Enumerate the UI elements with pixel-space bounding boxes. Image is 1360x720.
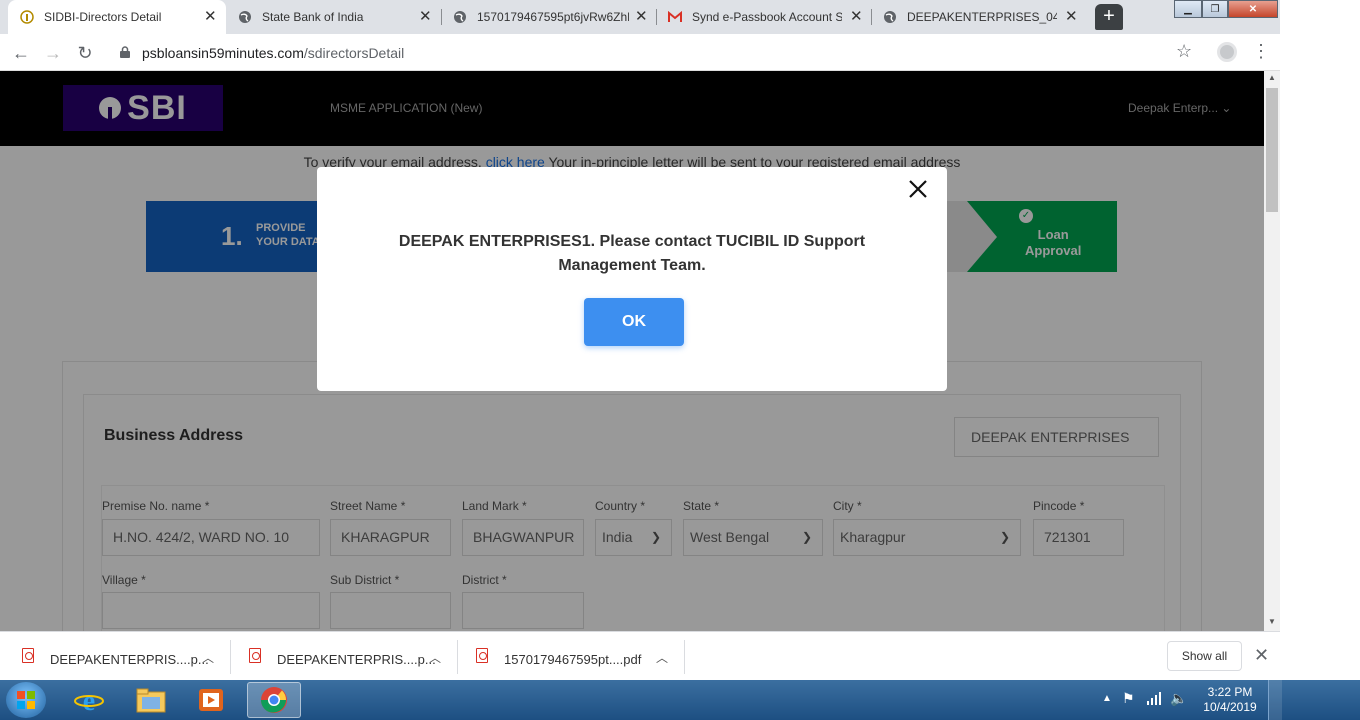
scroll-up-arrow-icon[interactable]: ▲ (1268, 73, 1276, 82)
media-player-icon[interactable] (184, 682, 238, 718)
browser-toolbar: ← → ↻ psbloansin59minutes.com/sdirectors… (0, 34, 1280, 71)
windows-logo-icon (27, 701, 35, 709)
tab-close-icon[interactable]: ✕ (850, 9, 863, 24)
gmail-icon (668, 10, 682, 24)
profile-avatar-icon[interactable] (1217, 42, 1237, 62)
page-scrollbar[interactable]: ▲ ▼ (1264, 71, 1280, 631)
tab-title: SIDBI-Directors Detail (44, 10, 162, 24)
maximize-button[interactable]: ❐ (1202, 0, 1228, 18)
scroll-down-arrow-icon[interactable]: ▼ (1268, 617, 1276, 626)
volume-icon[interactable]: 🔈 (1170, 690, 1187, 707)
dialog-message: DEEPAK ENTERPRISES1. Please contact TUCI… (398, 233, 866, 274)
download-filename: 1570179467595pt....pdf (504, 652, 642, 667)
download-item[interactable]: DEEPAKENTERPRIS....p... ︿ (22, 632, 230, 681)
url-path: /sdirectorsDetail (303, 45, 405, 61)
url-domain: psbloansin59minutes.com (142, 45, 304, 61)
tab-synd-e-passbook[interactable]: Synd e-Passbook Account St ✕ (656, 0, 871, 34)
tab-title: DEEPAKENTERPRISES_04109 (907, 10, 1057, 24)
chevron-up-icon[interactable]: ︿ (202, 649, 214, 666)
download-separator (230, 640, 231, 674)
globe-icon (238, 10, 252, 24)
desktop-blank-area (1280, 0, 1360, 680)
chevron-up-icon[interactable]: ︿ (656, 649, 668, 666)
download-bar: DEEPAKENTERPRIS....p... ︿ DEEPAKENTERPRI… (0, 631, 1280, 680)
alert-dialog: DEEPAK ENTERPRISES1. Please contact TUCI… (317, 167, 947, 391)
show-desktop-button[interactable] (1268, 680, 1282, 720)
chrome-icon (260, 687, 287, 713)
sbi-favicon-icon (20, 10, 34, 24)
tab-close-icon[interactable]: ✕ (204, 9, 217, 24)
browser-menu-icon[interactable]: ⋮ (1252, 41, 1270, 62)
forward-arrow-icon[interactable]: → (42, 42, 64, 64)
globe-icon (883, 10, 897, 24)
address-bar[interactable]: psbloansin59minutes.com/sdirectorsDetail (108, 38, 1208, 66)
windows-taskbar: e ▲ ⚑ 🔈 3:22 PM 10/4/2019 (0, 680, 1360, 720)
windows-logo-icon (27, 691, 35, 699)
tab-close-icon[interactable]: ✕ (1065, 9, 1078, 24)
browser-tab-strip: SIDBI-Directors Detail ✕ State Bank of I… (0, 0, 1280, 34)
network-signal-icon[interactable] (1146, 691, 1162, 710)
back-arrow-icon[interactable]: ← (10, 42, 32, 64)
show-hidden-icons-chevron-icon[interactable]: ▲ (1102, 693, 1112, 704)
reload-icon[interactable]: ↻ (74, 42, 96, 64)
tab-pdf-1570179467595[interactable]: 1570179467595pt6jvRw6ZhP ✕ (441, 0, 656, 34)
scrollbar-thumb[interactable] (1266, 88, 1278, 212)
clock-date: 10/4/2019 (1203, 700, 1257, 714)
svg-text:e: e (83, 686, 95, 715)
download-filename: DEEPAKENTERPRIS....p... (277, 652, 436, 667)
start-button[interactable] (6, 682, 46, 718)
minimize-button[interactable]: ▁ (1174, 0, 1202, 18)
pdf-file-icon (249, 648, 261, 663)
download-item[interactable]: DEEPAKENTERPRIS....p... ︿ (249, 632, 457, 681)
download-separator (684, 640, 685, 674)
download-separator (457, 640, 458, 674)
tab-close-icon[interactable]: ✕ (635, 9, 648, 24)
tab-title: 1570179467595pt6jvRw6ZhP (477, 10, 629, 24)
window-close-button[interactable]: ✕ (1228, 0, 1278, 18)
internet-explorer-icon[interactable]: e (62, 682, 116, 718)
tab-title: Synd e-Passbook Account St (692, 10, 842, 24)
windows-logo-icon (17, 691, 25, 699)
action-center-flag-icon[interactable]: ⚑ (1122, 690, 1135, 707)
tab-state-bank-of-india[interactable]: State Bank of India ✕ (226, 0, 441, 34)
download-filename: DEEPAKENTERPRIS....p... (50, 652, 209, 667)
tab-sidbi-directors-detail[interactable]: SIDBI-Directors Detail ✕ (8, 0, 226, 34)
clock-time: 3:22 PM (1207, 685, 1253, 699)
chevron-up-icon[interactable]: ︿ (429, 649, 441, 666)
tab-close-icon[interactable]: ✕ (419, 9, 432, 24)
tab-title: State Bank of India (262, 10, 364, 24)
globe-icon (453, 10, 467, 24)
ok-button[interactable]: OK (584, 298, 684, 346)
new-tab-button[interactable]: + (1095, 4, 1123, 30)
show-all-button[interactable]: Show all (1167, 641, 1242, 671)
chrome-taskbar-button[interactable] (247, 682, 301, 718)
lock-icon (120, 45, 130, 58)
windows-logo-icon (17, 701, 25, 709)
url-text: psbloansin59minutes.com/sdirectorsDetail (142, 45, 404, 61)
window-controls: ▁ ❐ ✕ (1174, 0, 1278, 18)
pdf-file-icon (22, 648, 34, 663)
close-icon[interactable]: ✕ (1254, 645, 1269, 666)
taskbar-clock[interactable]: 3:22 PM 10/4/2019 (1195, 685, 1265, 715)
pdf-file-icon (476, 648, 488, 663)
bookmark-star-icon[interactable]: ☆ (1176, 41, 1192, 62)
tab-deepakenterprises[interactable]: DEEPAKENTERPRISES_04109 ✕ (871, 0, 1086, 34)
file-explorer-icon[interactable] (124, 682, 178, 718)
close-icon[interactable] (906, 177, 930, 201)
download-item[interactable]: 1570179467595pt....pdf ︿ (476, 632, 684, 681)
